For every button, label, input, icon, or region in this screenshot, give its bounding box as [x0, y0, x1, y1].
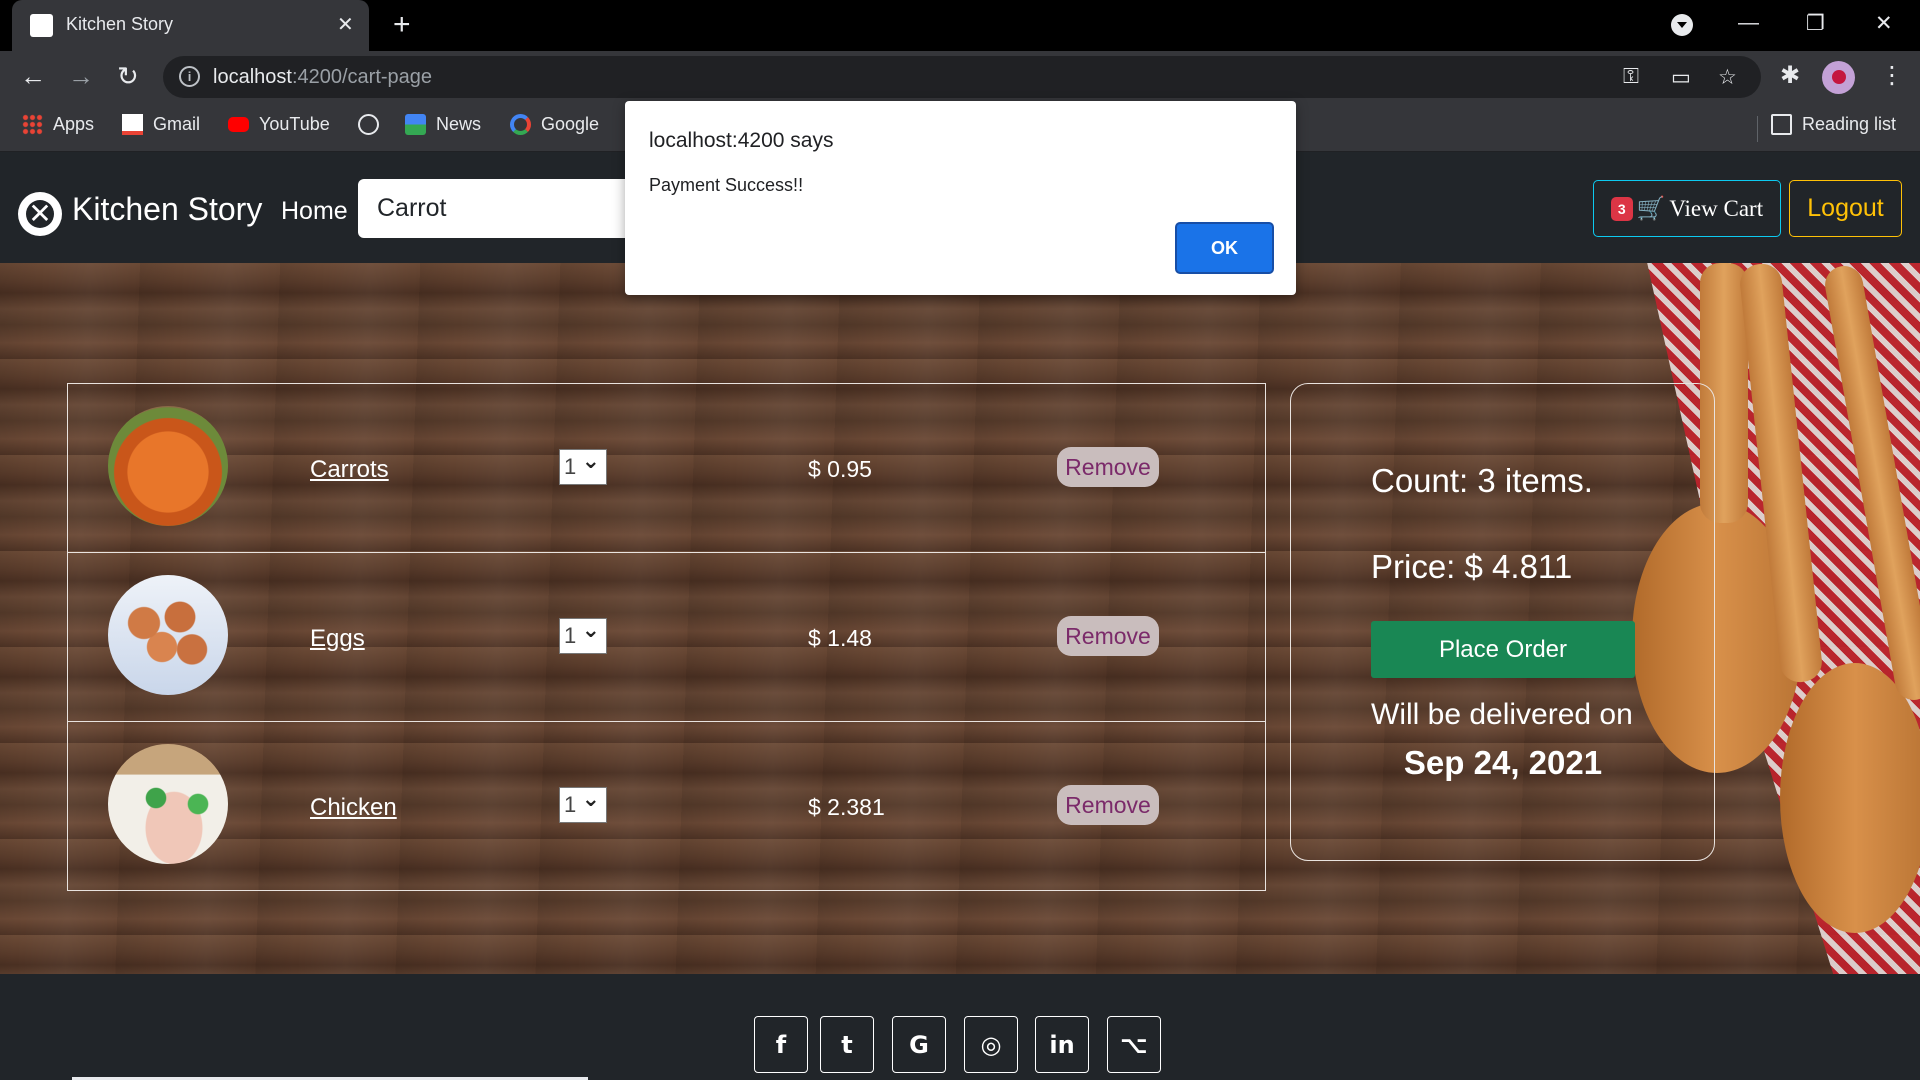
search-input[interactable] [358, 179, 648, 238]
cart-table: Carrots 1 $ 0.95 Remove Eggs 1 $ 1.48 Re… [67, 383, 1266, 891]
view-cart-button[interactable]: 3 🛒 View Cart [1593, 180, 1781, 237]
menu-icon[interactable]: ⋮ [1880, 61, 1904, 90]
cart-icon: 🛒 [1636, 196, 1666, 221]
tab-title: Kitchen Story [66, 14, 174, 34]
product-price: $ 1.48 [808, 625, 872, 651]
minimize-icon[interactable]: — [1738, 11, 1759, 35]
new-tab-icon[interactable]: + [393, 8, 411, 42]
dialog-title: localhost:4200 says [649, 129, 834, 152]
news-icon [405, 114, 426, 135]
bookmark-separator [1757, 116, 1758, 142]
logout-button[interactable]: Logout [1789, 180, 1902, 237]
dialog-ok-button[interactable]: OK [1175, 222, 1274, 274]
order-summary: Count: 3 items. Price: $ 4.811 Place Ord… [1290, 383, 1715, 861]
address-bar[interactable]: i localhost:4200/cart-page ⚿ ▭ ☆ [163, 56, 1761, 98]
kitchen-story-favicon-icon [30, 14, 53, 37]
profile-avatar[interactable] [1822, 61, 1855, 94]
quantity-select[interactable]: 1 [559, 782, 607, 823]
remove-button[interactable]: Remove [1057, 616, 1159, 656]
twitter-icon[interactable]: t [820, 1016, 874, 1073]
bookmark-youtube[interactable]: YouTube [228, 114, 330, 135]
product-name-link[interactable]: Chicken [310, 794, 397, 822]
chicken-image [108, 744, 228, 864]
product-name-link[interactable]: Carrots [310, 456, 389, 484]
tab-search-icon[interactable] [1671, 14, 1693, 36]
remove-button[interactable]: Remove [1057, 447, 1159, 487]
dialog-message: Payment Success!! [649, 175, 804, 195]
summary-price: Price: $ 4.811 [1371, 548, 1573, 585]
bookmark-google[interactable]: Google [510, 114, 599, 135]
product-name-link[interactable]: Eggs [310, 625, 365, 653]
extensions-icon[interactable]: ✱ [1780, 61, 1800, 90]
summary-count: Count: 3 items. [1371, 462, 1593, 499]
youtube-icon [228, 117, 249, 132]
restore-icon[interactable]: ❐ [1806, 11, 1825, 36]
cart-row: Carrots 1 $ 0.95 Remove [68, 384, 1265, 553]
reload-icon[interactable]: ↻ [117, 61, 139, 92]
quantity-select[interactable]: 1 [559, 613, 607, 654]
site-info-icon[interactable]: i [179, 66, 200, 87]
bookmark-apps[interactable]: Apps [22, 114, 94, 135]
alert-dialog: localhost:4200 says Payment Success!! OK [625, 101, 1296, 295]
linkedin-icon[interactable]: in [1035, 1016, 1089, 1073]
gmail-icon [122, 114, 143, 135]
cart-row: Eggs 1 $ 1.48 Remove [68, 553, 1265, 722]
browser-tab[interactable]: Kitchen Story ✕ [12, 0, 369, 51]
back-icon[interactable]: ← [20, 61, 46, 92]
close-window-icon[interactable]: ✕ [1875, 11, 1893, 36]
nav-home-link[interactable]: Home [281, 197, 348, 226]
browser-tabstrip: Kitchen Story ✕ + — ❐ ✕ [0, 0, 1920, 51]
cart-row: Chicken 1 $ 2.381 Remove [68, 722, 1265, 891]
apps-grid-icon [22, 114, 43, 135]
google-social-icon[interactable]: G [892, 1016, 946, 1073]
forward-icon[interactable]: → [68, 61, 94, 92]
footer: f t G ◎ in ⌥ [0, 974, 1920, 1080]
place-order-button[interactable]: Place Order [1371, 621, 1635, 678]
brand-name[interactable]: Kitchen Story [72, 191, 262, 228]
key-icon[interactable]: ⚿ [1623, 65, 1639, 89]
eggs-image [108, 575, 228, 695]
github-icon[interactable]: ⌥ [1107, 1016, 1161, 1073]
address-url[interactable]: localhost:4200/cart-page [213, 66, 432, 89]
bookmark-news[interactable]: News [405, 114, 481, 135]
wooden-spoon-image-2 [1780, 663, 1920, 933]
reading-list[interactable]: Reading list [1771, 114, 1896, 135]
bookmark-gmail[interactable]: Gmail [122, 114, 200, 135]
browser-toolbar: ← → ↻ i localhost:4200/cart-page ⚿ ▭ ☆ ✱… [0, 51, 1920, 104]
card-icon[interactable]: ▭ [1671, 65, 1691, 90]
cart-count-badge: 3 [1610, 196, 1633, 221]
bookmark-globe[interactable] [358, 114, 379, 135]
kitchen-story-logo-icon[interactable] [18, 192, 62, 236]
facebook-icon[interactable]: f [754, 1016, 808, 1073]
delivery-label: Will be delivered on [1371, 698, 1633, 731]
instagram-icon[interactable]: ◎ [964, 1016, 1018, 1073]
product-price: $ 0.95 [808, 456, 872, 482]
view-cart-label: View Cart [1669, 195, 1764, 221]
quantity-select[interactable]: 1 [559, 444, 607, 485]
google-icon [510, 114, 531, 135]
globe-icon [358, 114, 379, 135]
remove-button[interactable]: Remove [1057, 785, 1159, 825]
delivery-date: Sep 24, 2021 [1403, 744, 1603, 781]
close-tab-icon[interactable]: ✕ [337, 12, 354, 37]
product-price: $ 2.381 [808, 794, 885, 820]
reading-list-icon [1771, 114, 1792, 135]
carrots-image [108, 406, 228, 526]
star-icon[interactable]: ☆ [1718, 65, 1737, 90]
